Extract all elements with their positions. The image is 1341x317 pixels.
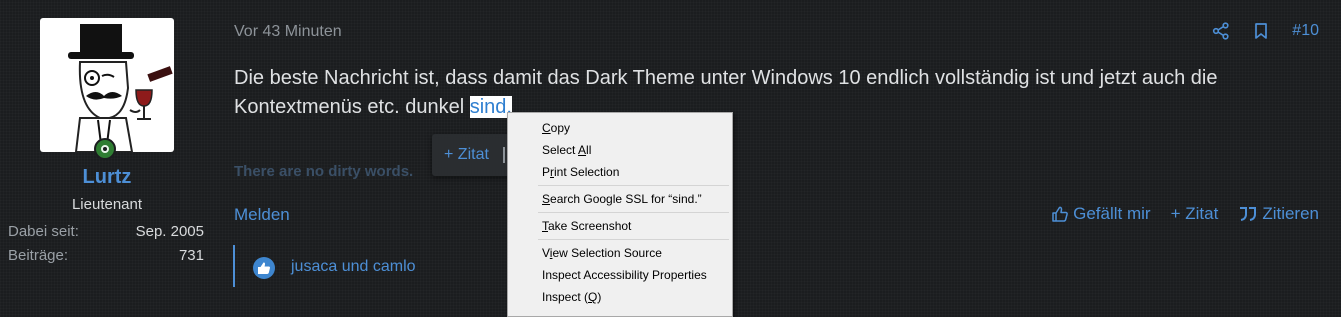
- popup-divider: [503, 147, 505, 163]
- post-text: Die beste Nachricht ist, dass damit das …: [234, 67, 1218, 118]
- menu-item-search-google[interactable]: Search Google SSL for “sind.”: [542, 188, 702, 210]
- stat-joined: Dabei seit: Sep. 2005: [8, 223, 204, 240]
- menu-item-print-selection[interactable]: Print Selection: [542, 161, 619, 183]
- menu-item-inspect[interactable]: Inspect (Q): [542, 286, 601, 308]
- menu-item-take-screenshot[interactable]: Take Screenshot: [542, 215, 631, 237]
- quote-label: + Zitat: [1170, 204, 1219, 223]
- menu-separator: [538, 239, 729, 240]
- cite-label: Zitieren: [1262, 204, 1319, 223]
- quote-selection-button[interactable]: + Zitat: [444, 146, 489, 164]
- stat-value: Sep. 2005: [135, 223, 204, 240]
- likes-users-link[interactable]: jusaca und camlo: [291, 258, 416, 276]
- stat-value[interactable]: 731: [179, 247, 204, 264]
- cite-button[interactable]: Zitieren: [1238, 204, 1319, 224]
- menu-item-select-all[interactable]: Select All: [542, 139, 591, 161]
- likes-summary: jusaca und camlo: [233, 245, 495, 287]
- thumbs-up-icon: [1052, 206, 1068, 222]
- menu-item-view-selection-source[interactable]: View Selection Source: [542, 242, 662, 264]
- quote-button[interactable]: + Zitat: [1171, 204, 1219, 224]
- like-label: Gefällt mir: [1073, 204, 1151, 223]
- avatar[interactable]: [40, 18, 174, 152]
- user-title: Lieutenant: [71, 196, 143, 213]
- online-status-icon: [94, 138, 116, 160]
- selected-text: sind.: [469, 96, 512, 118]
- share-icon[interactable]: [1212, 22, 1230, 40]
- quote-marks-icon: [1240, 207, 1257, 221]
- bookmark-icon[interactable]: [1252, 22, 1270, 40]
- like-button[interactable]: Gefällt mir: [1051, 204, 1151, 224]
- stat-label: Dabei seit:: [8, 223, 79, 240]
- menu-separator: [538, 212, 729, 213]
- signature: There are no dirty words.: [234, 163, 414, 180]
- menu-item-inspect-accessibility[interactable]: Inspect Accessibility Properties: [542, 264, 707, 286]
- like-reaction-icon: [253, 257, 275, 279]
- post-body: Die beste Nachricht ist, dass damit das …: [234, 64, 1314, 122]
- stat-label: Beiträge:: [8, 247, 69, 264]
- reaction-bar: Gefällt mir + Zitat Zitieren: [1051, 204, 1319, 224]
- avatar-image: [68, 24, 173, 152]
- post-date[interactable]: Vor 43 Minuten: [234, 23, 342, 41]
- report-link[interactable]: Melden: [234, 205, 290, 225]
- menu-separator: [538, 185, 729, 186]
- post-actions: #10: [1212, 22, 1319, 40]
- menu-item-copy[interactable]: Copy: [542, 117, 570, 139]
- context-menu: Copy Select All Print Selection Search G…: [507, 112, 733, 317]
- stat-posts: Beiträge: 731: [8, 247, 204, 264]
- post-number-link[interactable]: #10: [1292, 22, 1319, 40]
- username[interactable]: Lurtz: [0, 166, 214, 189]
